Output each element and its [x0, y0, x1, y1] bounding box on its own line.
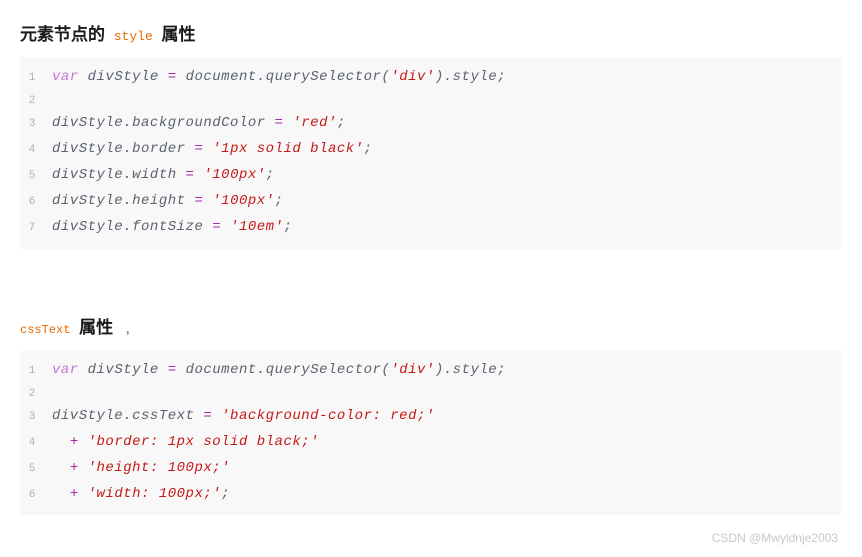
code-content: divStyle.backgroundColor = 'red';	[44, 111, 346, 137]
code-content: + 'border: 1px solid black;'	[44, 430, 319, 456]
code-content: var divStyle = document.querySelector('d…	[44, 65, 506, 91]
code-line: 1 var divStyle = document.querySelector(…	[20, 358, 842, 384]
code-line: 2	[20, 91, 842, 111]
line-number: 1	[20, 68, 44, 88]
code-content: divStyle.height = '100px';	[44, 189, 283, 215]
code-content: divStyle.border = '1px solid black';	[44, 137, 373, 163]
decorative-quote: ,	[126, 321, 130, 336]
line-number: 6	[20, 192, 44, 212]
line-number: 1	[20, 361, 44, 381]
code-line: 7 divStyle.fontSize = '10em';	[20, 215, 842, 241]
line-number: 2	[20, 91, 44, 111]
code-line: 6 + 'width: 100px;';	[20, 482, 842, 508]
code-line: 4 divStyle.border = '1px solid black';	[20, 137, 842, 163]
line-number: 4	[20, 140, 44, 160]
code-line: 2	[20, 384, 842, 404]
code-line: 6 divStyle.height = '100px';	[20, 189, 842, 215]
heading-inline-code: style	[114, 29, 153, 44]
line-number: 7	[20, 218, 44, 238]
heading-inline-code: cssText	[20, 323, 70, 337]
line-number: 3	[20, 114, 44, 134]
line-number: 6	[20, 485, 44, 505]
line-number: 2	[20, 384, 44, 404]
line-number: 3	[20, 407, 44, 427]
code-line: 3 divStyle.cssText = 'background-color: …	[20, 404, 842, 430]
code-content: + 'height: 100px;'	[44, 456, 230, 482]
heading-suffix: 属性	[161, 25, 195, 44]
section-1-heading: 元素节点的 style 属性	[20, 20, 842, 45]
code-content: var divStyle = document.querySelector('d…	[44, 358, 506, 384]
code-line: 3 divStyle.backgroundColor = 'red';	[20, 111, 842, 137]
code-line: 5 + 'height: 100px;'	[20, 456, 842, 482]
code-line: 4 + 'border: 1px solid black;'	[20, 430, 842, 456]
code-block-2: 1 var divStyle = document.querySelector(…	[20, 350, 842, 516]
code-content: divStyle.fontSize = '10em';	[44, 215, 292, 241]
line-number: 5	[20, 166, 44, 186]
line-number: 4	[20, 433, 44, 453]
code-content: divStyle.width = '100px';	[44, 163, 275, 189]
code-content: divStyle.cssText = 'background-color: re…	[44, 404, 435, 430]
code-line: 1 var divStyle = document.querySelector(…	[20, 65, 842, 91]
code-content: + 'width: 100px;';	[44, 482, 230, 508]
code-block-1: 1 var divStyle = document.querySelector(…	[20, 57, 842, 249]
heading-suffix: 属性	[79, 318, 113, 337]
code-line: 5 divStyle.width = '100px';	[20, 163, 842, 189]
watermark: CSDN @Mwyldnje2003	[712, 531, 838, 545]
section-2-heading: cssText 属性 ,	[20, 313, 842, 338]
line-number: 5	[20, 459, 44, 479]
heading-prefix: 元素节点的	[20, 25, 105, 44]
